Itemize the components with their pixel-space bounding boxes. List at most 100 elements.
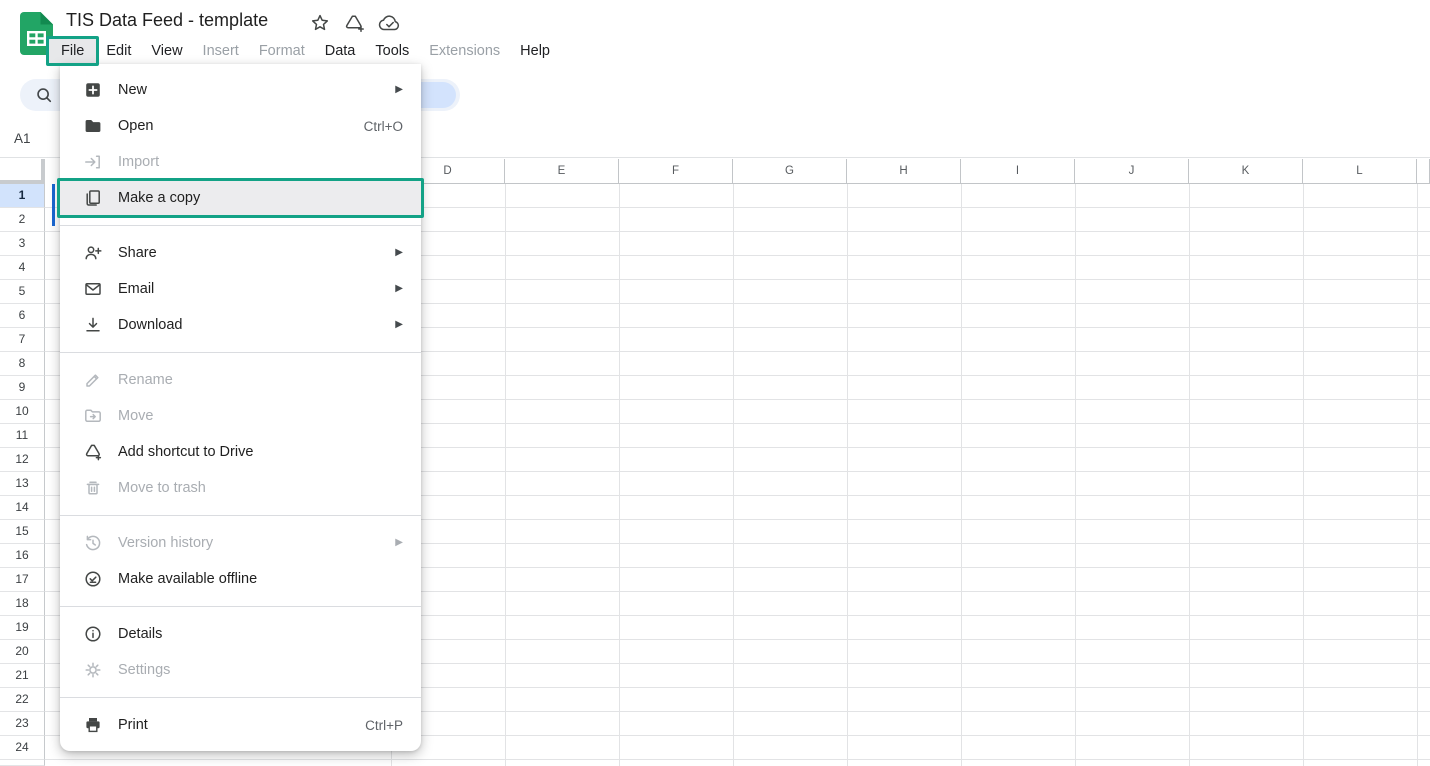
grid-column-line [733,184,734,766]
menu-item-label: New [118,82,147,98]
drive-shortcut-icon [83,442,103,462]
grid-column-line [961,184,962,766]
row-header-1[interactable]: 1 [0,184,45,208]
menubar-item-format[interactable]: Format [249,38,315,64]
menubar-item-edit[interactable]: Edit [96,38,141,64]
row-header-6[interactable]: 6 [0,304,45,328]
grid-column-line [619,184,620,766]
column-header-F[interactable]: F [619,159,733,184]
row-header-16[interactable]: 16 [0,544,45,568]
menu-divider [60,225,421,226]
menu-item-add-shortcut-to-drive[interactable]: Add shortcut to Drive [60,434,421,470]
offline-pin-icon [83,569,103,589]
info-icon [83,624,103,644]
menubar-item-file[interactable]: File [49,38,96,64]
row-header-4[interactable]: 4 [0,256,45,280]
submenu-arrow-icon: ▶ [395,538,403,548]
row-header-9[interactable]: 9 [0,376,45,400]
menu-item-rename[interactable]: Rename [60,362,421,398]
cloud-check-icon[interactable] [378,14,402,33]
column-header-L[interactable]: L [1303,159,1417,184]
menubar-item-view[interactable]: View [141,38,192,64]
row-header-14[interactable]: 14 [0,496,45,520]
column-header-K[interactable]: K [1189,159,1303,184]
menu-item-new[interactable]: New ▶ [60,72,421,108]
add-shortcut-to-drive-icon[interactable] [343,13,365,33]
menu-item-download[interactable]: Download ▶ [60,307,421,343]
row-header-15[interactable]: 15 [0,520,45,544]
row-header-13[interactable]: 13 [0,472,45,496]
google-sheets-window: TIS Data Feed - template FileEditViewIns… [0,0,1430,766]
grid-column-line [1075,184,1076,766]
row-header-3[interactable]: 3 [0,232,45,256]
column-header-E[interactable]: E [505,159,619,184]
menu-item-email[interactable]: Email▶ [60,271,421,307]
menu-item-version-history[interactable]: Version history▶ [60,525,421,561]
row-header-24[interactable]: 24 [0,736,45,760]
document-title[interactable]: TIS Data Feed - template [66,10,268,31]
row-header-8[interactable]: 8 [0,352,45,376]
row-header-12[interactable]: 12 [0,448,45,472]
move-icon [83,406,103,426]
column-header-partial [1417,159,1430,184]
column-header-I[interactable]: I [961,159,1075,184]
row-header-17[interactable]: 17 [0,568,45,592]
select-all-corner[interactable] [0,159,45,184]
search-icon[interactable] [35,86,53,104]
row-header-10[interactable]: 10 [0,400,45,424]
menu-item-import[interactable]: Import [60,144,421,180]
menu-item-label: Rename [118,372,173,388]
menu-item-label: Download [118,317,183,333]
folder-open-icon [83,116,103,136]
row-header-21[interactable]: 21 [0,664,45,688]
row-header-22[interactable]: 22 [0,688,45,712]
copy-icon [83,188,103,208]
grid-column-line [1189,184,1190,766]
rename-icon [83,370,103,390]
row-header-11[interactable]: 11 [0,424,45,448]
menu-item-make-available-offline[interactable]: Make available offline [60,561,421,597]
menu-item-label: Email [118,281,154,297]
print-icon [83,715,103,735]
submenu-arrow-icon: ▶ [395,320,403,330]
menu-item-label: Make a copy [118,190,200,206]
menubar-item-help[interactable]: Help [510,38,560,64]
trash-icon [83,478,103,498]
row-header-2[interactable]: 2 [0,208,45,232]
menubar-item-extensions[interactable]: Extensions [419,38,510,64]
menu-item-move[interactable]: Move [60,398,421,434]
import-icon [83,152,103,172]
menu-item-open[interactable]: OpenCtrl+O [60,108,421,144]
menubar-item-data[interactable]: Data [315,38,366,64]
menu-item-label: Print [118,717,148,733]
menu-item-label: Move to trash [118,480,206,496]
column-header-J[interactable]: J [1075,159,1189,184]
menubar-item-insert[interactable]: Insert [193,38,249,64]
submenu-arrow-icon: ▶ [395,85,403,95]
row-header-23[interactable]: 23 [0,712,45,736]
menu-item-label: Settings [118,662,170,678]
menu-item-share[interactable]: Share▶ [60,235,421,271]
row-header-18[interactable]: 18 [0,592,45,616]
menu-item-print[interactable]: PrintCtrl+P [60,707,421,743]
menu-item-details[interactable]: Details [60,616,421,652]
star-icon[interactable] [310,13,330,33]
menu-item-label: Details [118,626,162,642]
menu-item-label: Move [118,408,153,424]
column-header-H[interactable]: H [847,159,961,184]
menu-item-label: Add shortcut to Drive [118,444,253,460]
row-header-20[interactable]: 20 [0,640,45,664]
row-header-5[interactable]: 5 [0,280,45,304]
menu-item-settings[interactable]: Settings [60,652,421,688]
menu-item-move-to-trash[interactable]: Move to trash [60,470,421,506]
menu-divider [60,352,421,353]
annotation-box-file-menu [46,36,99,66]
column-header-G[interactable]: G [733,159,847,184]
menubar-item-tools[interactable]: Tools [365,38,419,64]
cell-name-box[interactable]: A1 [14,131,31,146]
menu-item-make-a-copy[interactable]: Make a copy [60,180,421,216]
row-header-7[interactable]: 7 [0,328,45,352]
person-add-icon [83,243,103,263]
menu-bar: FileEditViewInsertFormatDataToolsExtensi… [49,37,560,64]
row-header-19[interactable]: 19 [0,616,45,640]
